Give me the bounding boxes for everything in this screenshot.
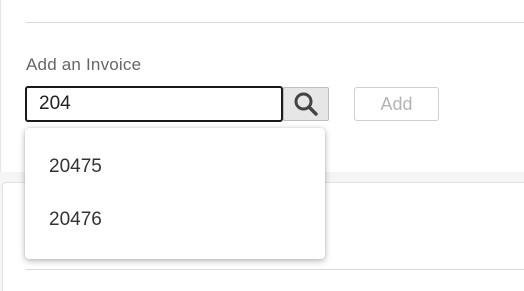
- suggestion-item[interactable]: 20476: [25, 193, 325, 246]
- invoice-search-input[interactable]: [25, 86, 283, 122]
- search-icon: [294, 92, 318, 116]
- panel-edge: [0, 0, 1, 172]
- search-button[interactable]: [283, 87, 329, 121]
- section-divider: [26, 22, 524, 23]
- suggestion-item[interactable]: 20475: [25, 140, 325, 193]
- add-invoice-label: Add an Invoice: [26, 55, 142, 74]
- autocomplete-dropdown: 20475 20476: [25, 128, 325, 259]
- add-invoice-button[interactable]: Add: [354, 87, 439, 121]
- secondary-divider: [26, 269, 524, 270]
